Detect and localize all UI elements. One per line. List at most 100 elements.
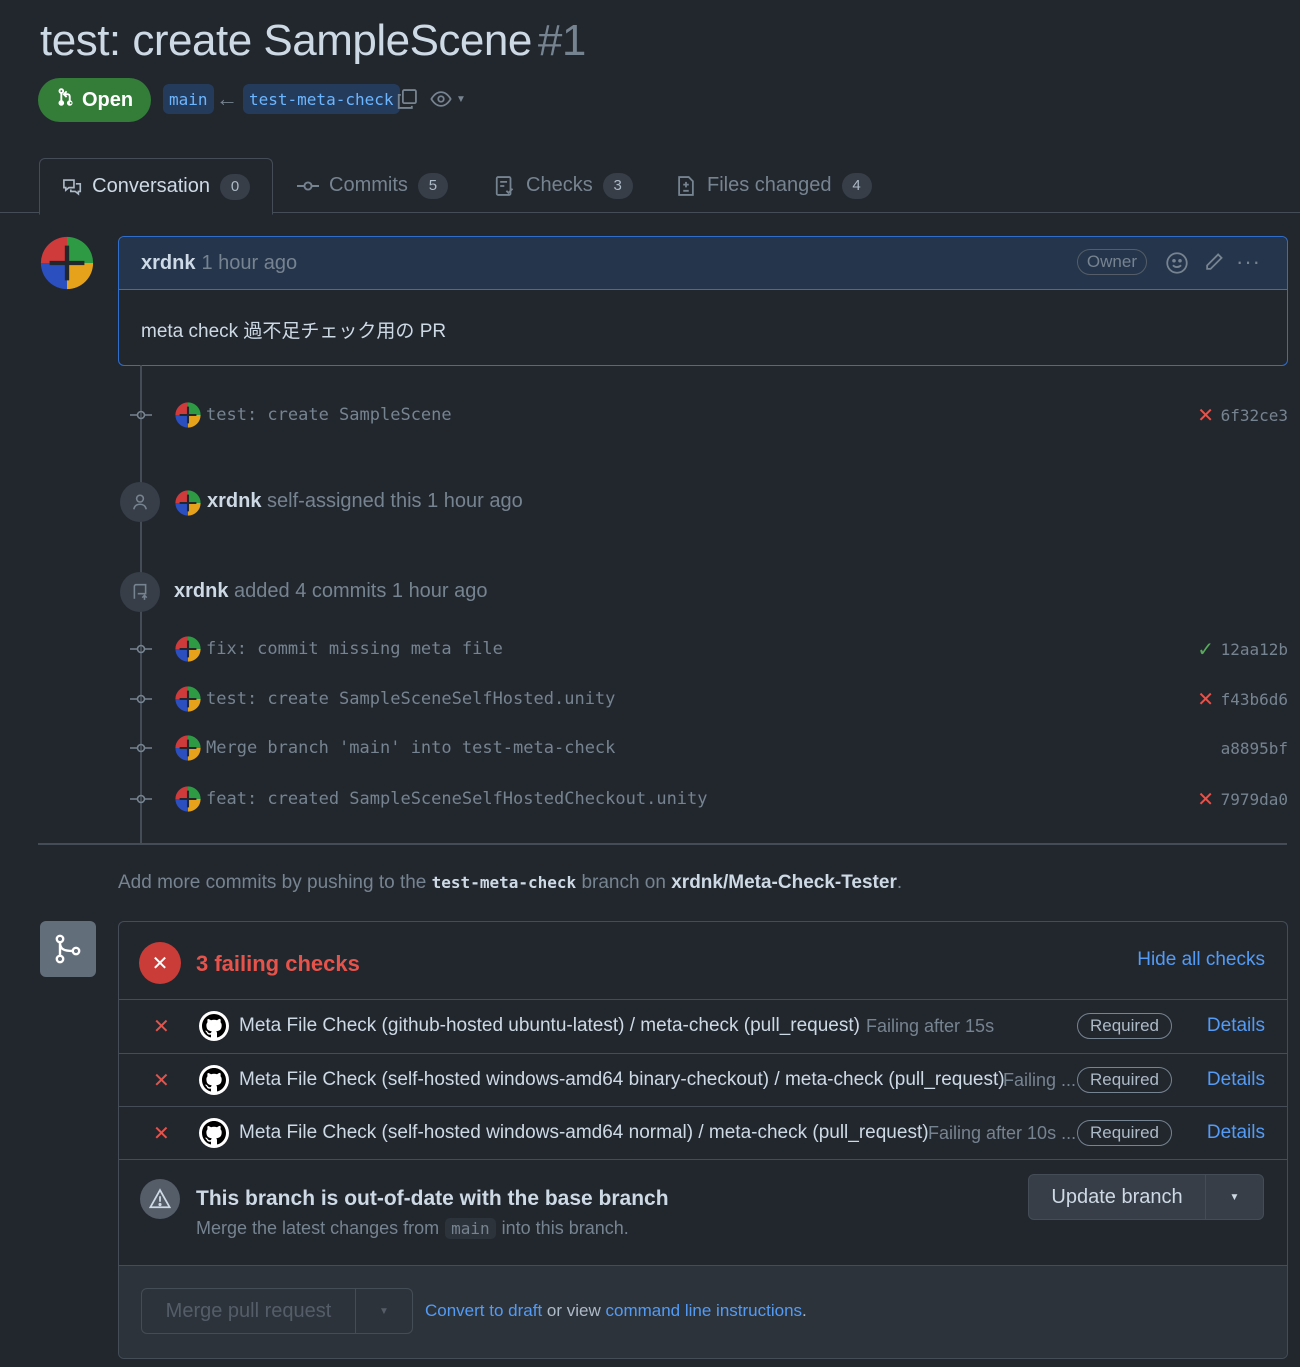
- base-branch-label[interactable]: main: [163, 84, 214, 114]
- git-commit-icon: [297, 180, 319, 191]
- chevron-down-icon[interactable]: ▼: [1206, 1192, 1263, 1203]
- pr-title: test: create SampleScene #1: [40, 16, 586, 66]
- commit-row: test: create SampleSceneSelfHosted.unity…: [130, 684, 1288, 714]
- commit-author-avatar[interactable]: [174, 685, 202, 713]
- commit-sha[interactable]: 6f32ce3: [1221, 406, 1288, 425]
- tab-commits-label: Commits: [329, 174, 408, 196]
- commit-author-avatar[interactable]: [174, 785, 202, 813]
- comment-time[interactable]: 1 hour ago: [201, 252, 297, 275]
- convert-to-draft-link[interactable]: Convert to draft: [425, 1301, 542, 1320]
- kebab-horizontal-icon[interactable]: ···: [1236, 249, 1261, 275]
- check-details-link[interactable]: Details: [1207, 1069, 1265, 1091]
- pencil-icon[interactable]: [1203, 251, 1225, 278]
- smiley-icon[interactable]: [1165, 251, 1189, 280]
- push-hint-middle: branch on: [581, 872, 666, 893]
- tab-checks-label: Checks: [526, 174, 593, 196]
- commit-message[interactable]: Merge branch 'main' into test-meta-check: [206, 738, 615, 758]
- comment-author[interactable]: xrdnk: [141, 252, 195, 275]
- check-details-link[interactable]: Details: [1207, 1122, 1265, 1144]
- assignee-avatar[interactable]: [174, 489, 202, 517]
- push-hint-branch: test-meta-check: [431, 873, 577, 892]
- check-name[interactable]: Meta File Check (github-hosted ubuntu-la…: [239, 1015, 860, 1037]
- required-badge: Required: [1077, 1067, 1172, 1093]
- outdated-desc: Merge the latest changes from main into …: [196, 1218, 629, 1239]
- command-line-instructions-link[interactable]: command line instructions: [606, 1301, 803, 1320]
- pr-state-label: Open: [81, 88, 134, 111]
- pr-description-comment: xrdnk 1 hour ago Owner ··· meta check 過不…: [118, 236, 1288, 366]
- tab-checks-count: 3: [602, 172, 633, 199]
- merge-footer-end: .: [802, 1301, 807, 1320]
- copy-icon[interactable]: [396, 88, 418, 115]
- x-icon: ✕: [153, 1122, 170, 1145]
- self-assign-event: xrdnk self-assigned this 1 hour ago: [207, 490, 523, 513]
- check-name[interactable]: Meta File Check (self-hosted windows-amd…: [239, 1122, 929, 1144]
- check-status: Failing after 10s ...: [928, 1122, 1077, 1143]
- tab-files-changed-count: 4: [841, 172, 872, 199]
- event-user[interactable]: xrdnk: [207, 490, 261, 512]
- commit-message[interactable]: fix: commit missing meta file: [206, 639, 503, 659]
- check-name[interactable]: Meta File Check (self-hosted windows-amd…: [239, 1069, 1005, 1091]
- commit-author-avatar[interactable]: [174, 635, 202, 663]
- commit-sha[interactable]: 7979da0: [1221, 790, 1288, 809]
- event-user[interactable]: xrdnk: [174, 580, 228, 602]
- tab-files-changed[interactable]: Files changed 4: [675, 158, 872, 213]
- tab-files-changed-label: Files changed: [707, 174, 832, 196]
- x-icon[interactable]: ✕: [1197, 687, 1214, 712]
- push-hint-repo[interactable]: xrdnk/Meta-Check-Tester: [671, 872, 897, 893]
- checklist-icon: [495, 175, 514, 196]
- chevron-down-icon[interactable]: ▼: [356, 1306, 412, 1317]
- person-icon: [120, 482, 160, 522]
- hide-all-checks-link[interactable]: Hide all checks: [1137, 949, 1265, 971]
- outdated-desc-branch: main: [445, 1218, 496, 1239]
- commit-sha[interactable]: 12aa12b: [1221, 640, 1288, 659]
- tab-conversation[interactable]: Conversation 0: [39, 158, 273, 215]
- required-badge: Required: [1077, 1120, 1172, 1146]
- x-circle-icon: ✕: [139, 942, 181, 984]
- commit-author-avatar[interactable]: [174, 401, 202, 429]
- commit-row: test: create SampleScene ✕ 6f32ce3: [130, 400, 1288, 430]
- push-hint: Add more commits by pushing to the test-…: [118, 872, 902, 894]
- head-branch-label[interactable]: test-meta-check: [243, 84, 400, 114]
- arrow-left-icon: ←: [216, 86, 238, 111]
- x-icon[interactable]: ✕: [1197, 403, 1214, 428]
- comment-body: meta check 過不足チェック用の PR: [141, 321, 447, 342]
- github-icon: [199, 1118, 229, 1148]
- check-row: ✕ Meta File Check (self-hosted windows-a…: [119, 1053, 1287, 1106]
- pr-number: #1: [537, 16, 586, 65]
- commit-message[interactable]: test: create SampleScene: [206, 405, 452, 425]
- commit-row: fix: commit missing meta file ✓ 12aa12b: [130, 634, 1288, 664]
- checks-summary: 3 failing checks: [196, 951, 360, 976]
- author-avatar[interactable]: [38, 234, 96, 292]
- git-commit-icon: [130, 741, 152, 755]
- commit-author-avatar[interactable]: [174, 734, 202, 762]
- commit-sha[interactable]: f43b6d6: [1221, 690, 1288, 709]
- tab-commits[interactable]: Commits 5: [297, 158, 448, 213]
- merge-button-group: Merge pull request ▼: [141, 1288, 413, 1334]
- commit-row: Merge branch 'main' into test-meta-check…: [130, 733, 1288, 763]
- x-icon[interactable]: ✕: [1197, 787, 1214, 812]
- commit-message[interactable]: feat: created SampleSceneSelfHostedCheck…: [206, 789, 708, 809]
- watch-dropdown[interactable]: ▼: [430, 88, 466, 110]
- git-commit-icon: [130, 642, 152, 656]
- comment-discussion-icon: [63, 178, 82, 196]
- check-icon[interactable]: ✓: [1197, 637, 1214, 662]
- commit-sha[interactable]: a8895bf: [1221, 739, 1288, 758]
- github-icon: [199, 1011, 229, 1041]
- update-branch-button[interactable]: Update branch: [1029, 1175, 1206, 1219]
- check-status: Failing after 15s: [866, 1015, 995, 1036]
- tab-commits-count: 5: [417, 172, 448, 199]
- check-details-link[interactable]: Details: [1207, 1015, 1265, 1037]
- pr-state-badge: Open: [38, 78, 151, 122]
- tab-conversation-label: Conversation: [92, 175, 210, 197]
- eye-icon: [430, 91, 452, 107]
- github-icon: [199, 1065, 229, 1095]
- x-icon: ✕: [153, 1069, 170, 1092]
- chevron-down-icon: ▼: [456, 93, 466, 105]
- tab-checks[interactable]: Checks 3: [494, 158, 633, 213]
- commit-message[interactable]: test: create SampleSceneSelfHosted.unity: [206, 689, 615, 709]
- added-commits-event: xrdnk added 4 commits 1 hour ago: [174, 580, 488, 603]
- git-commit-icon: [130, 408, 152, 422]
- merge-pull-request-button[interactable]: Merge pull request: [142, 1289, 356, 1333]
- outdated-title: This branch is out-of-date with the base…: [196, 1187, 669, 1210]
- git-commit-icon: [130, 792, 152, 806]
